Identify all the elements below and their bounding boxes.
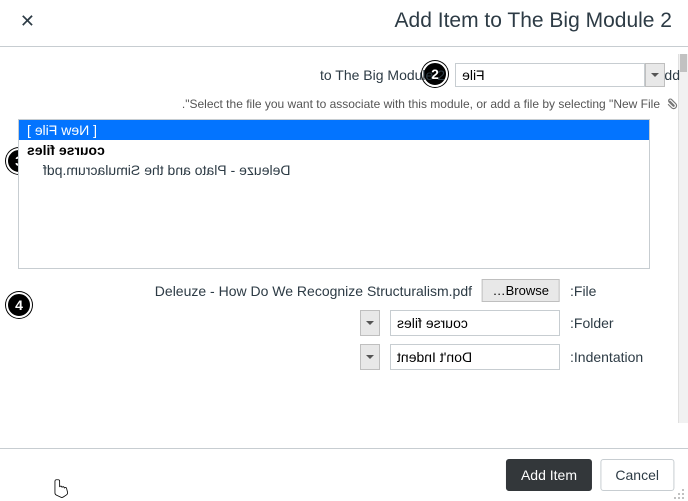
indent-label: Indentation: <box>570 349 650 365</box>
file-option-new-file[interactable]: [ New File ] <box>19 120 649 140</box>
browse-button[interactable]: Browse… <box>482 279 560 302</box>
add-suffix-label: to The Big Module 2 <box>320 67 445 83</box>
modal-body: Add to The Big Module 2 Select the file … <box>0 47 688 386</box>
folder-label: Folder: <box>570 315 650 331</box>
folder-row: Folder: <box>18 310 650 336</box>
file-option-item[interactable]: Deleuze - Plato and the Simulacrum.pdf <box>19 160 649 180</box>
add-item-button[interactable]: Add Item <box>506 459 592 491</box>
chosen-file-name: Deleuze - How Do We Recognize Structural… <box>154 283 471 299</box>
type-select[interactable] <box>455 63 645 87</box>
modal-header: Add Item to The Big Module 2 ✕ <box>0 0 688 47</box>
chevron-down-icon[interactable] <box>645 63 665 87</box>
chevron-down-icon[interactable] <box>360 310 380 336</box>
resize-grip-icon[interactable] <box>672 485 686 499</box>
close-icon[interactable]: ✕ <box>16 8 39 34</box>
indent-select[interactable] <box>390 344 560 370</box>
file-option-group: course files <box>19 140 649 160</box>
modal-title: Add Item to The Big Module 2 <box>395 9 672 33</box>
chevron-down-icon[interactable] <box>360 344 380 370</box>
file-row: File: Browse… Deleuze - How Do We Recogn… <box>18 279 650 302</box>
folder-select[interactable] <box>390 310 560 336</box>
modal-footer: Cancel Add Item <box>0 448 688 501</box>
cursor-pointer-icon <box>50 477 72 499</box>
indent-row: Indentation: <box>18 344 650 370</box>
file-listbox[interactable]: [ New File ]course filesDeleuze - Plato … <box>18 119 650 269</box>
add-type-row: Add to The Big Module 2 <box>18 63 680 87</box>
file-label: File: <box>570 283 650 299</box>
add-item-modal: Add Item to The Big Module 2 ✕ 2 3 4 Add… <box>0 0 688 501</box>
hint-text: Select the file you want to associate wi… <box>182 97 660 111</box>
hint-row: Select the file you want to associate wi… <box>18 97 680 111</box>
type-select-wrap <box>455 63 645 87</box>
paperclip-icon <box>666 97 680 111</box>
cancel-button[interactable]: Cancel <box>600 459 674 491</box>
